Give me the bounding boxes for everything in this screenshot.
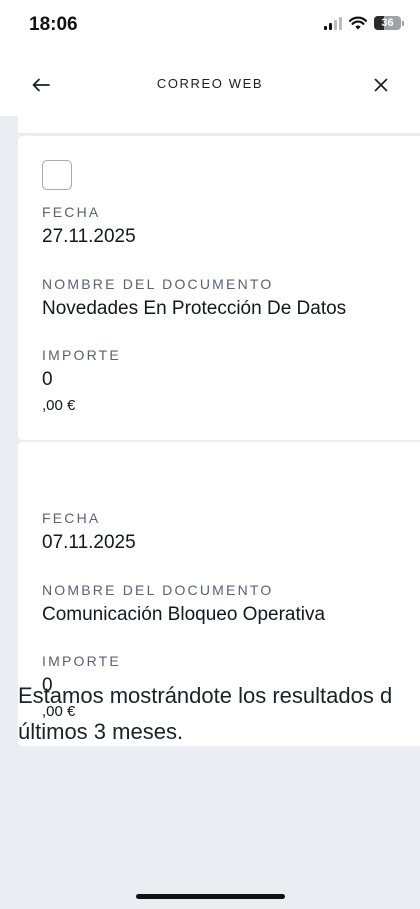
- document-card[interactable]: FECHA 27.11.2025 NOMBRE DEL DOCUMENTO No…: [18, 136, 420, 440]
- wifi-icon: [349, 16, 367, 30]
- results-info-line-1: Estamos mostrándote los resultados d: [18, 683, 393, 708]
- home-indicator[interactable]: [136, 894, 285, 899]
- results-info-text: Estamos mostrándote los resultados d últ…: [18, 678, 420, 750]
- battery-icon: 36: [374, 16, 401, 30]
- signal-icon: [324, 16, 342, 30]
- importe-value: 0: [42, 369, 53, 390]
- importe-label: IMPORTE: [42, 347, 121, 363]
- fecha-field: FECHA 27.11.2025: [42, 204, 136, 248]
- fecha-value: 27.11.2025: [42, 226, 136, 247]
- nombre-field: NOMBRE DEL DOCUMENTO Comunicación Bloque…: [42, 582, 325, 626]
- fecha-field: FECHA 07.11.2025: [42, 510, 136, 554]
- fecha-label: FECHA: [42, 204, 101, 220]
- page-title: CORREO WEB: [156, 76, 264, 91]
- select-checkbox[interactable]: [42, 160, 72, 190]
- nombre-label: NOMBRE DEL DOCUMENTO: [42, 276, 274, 292]
- close-icon: [374, 78, 388, 92]
- battery-level: 36: [381, 17, 394, 29]
- fecha-value: 07.11.2025: [42, 532, 136, 553]
- status-bar: 18:06 36: [0, 0, 420, 52]
- nombre-field: NOMBRE DEL DOCUMENTO Novedades En Protec…: [42, 276, 346, 320]
- fecha-label: FECHA: [42, 510, 101, 526]
- status-icons: 36: [324, 16, 404, 30]
- nombre-label: NOMBRE DEL DOCUMENTO: [42, 582, 274, 598]
- results-info-line-2: últimos 3 meses.: [18, 719, 184, 744]
- importe-field: IMPORTE 0 ,00 €: [42, 347, 121, 414]
- nombre-value: Comunicación Bloqueo Operativa: [42, 604, 326, 625]
- close-button[interactable]: [368, 72, 394, 98]
- status-time: 18:06: [29, 14, 78, 35]
- importe-label: IMPORTE: [42, 653, 121, 669]
- importe-decimals: ,00 €: [42, 397, 76, 414]
- nombre-value: Novedades En Protección De Datos: [42, 298, 347, 319]
- previous-card-edge: [18, 116, 420, 134]
- header: CORREO WEB: [0, 52, 420, 116]
